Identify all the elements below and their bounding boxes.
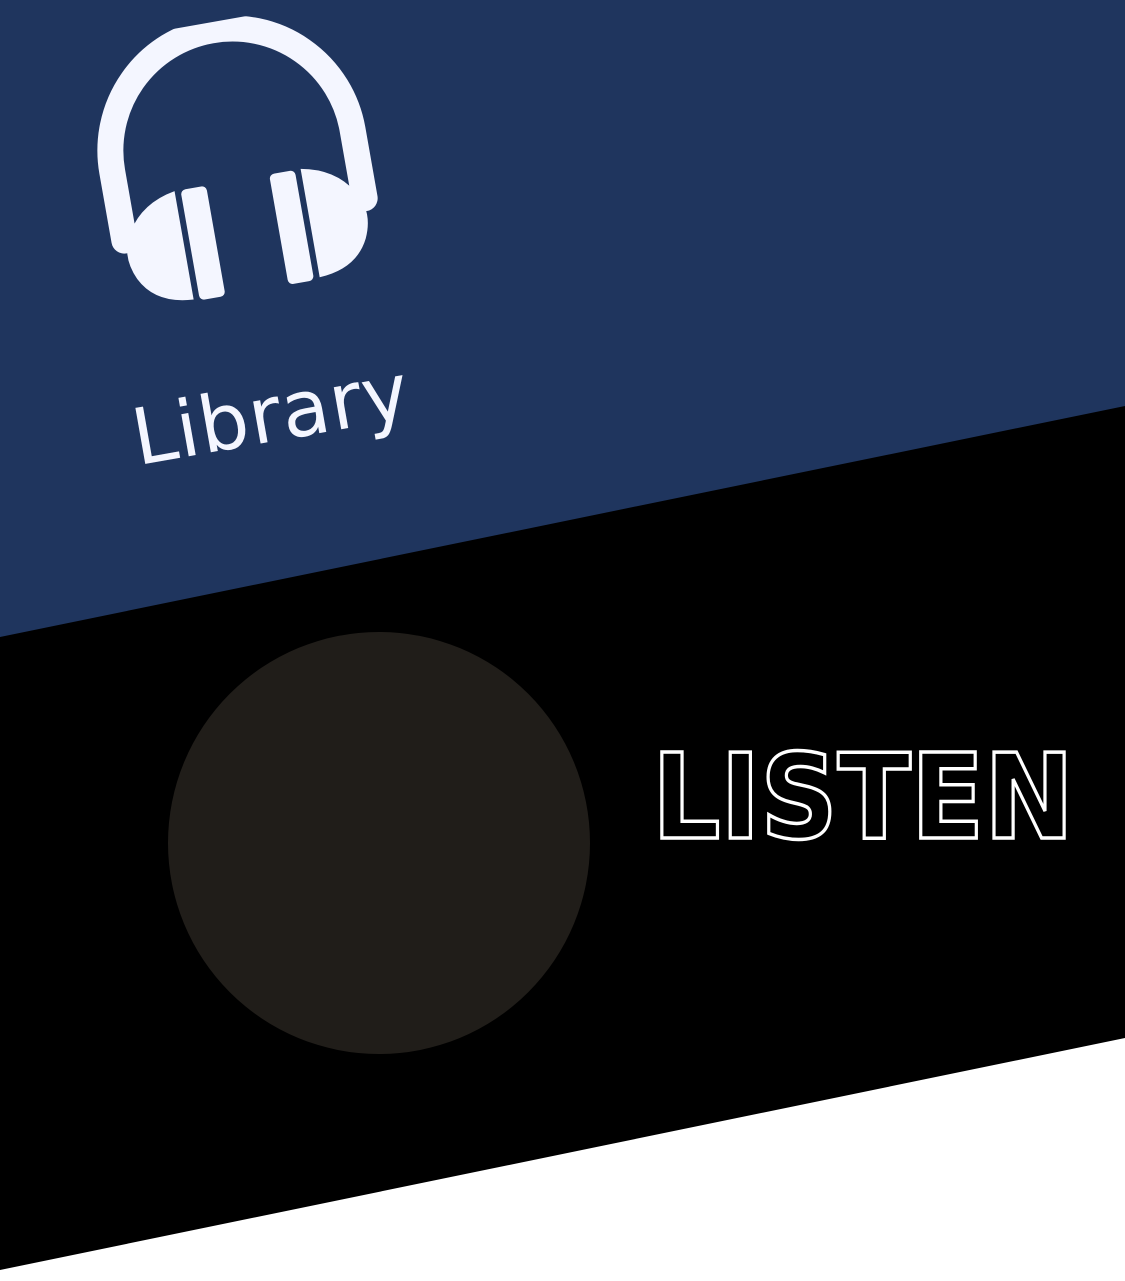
listen-label: LISTEN [652,740,1076,850]
listen-text: LISTEN [652,740,1074,850]
screen: Library LISTEN [0,0,1125,1281]
disc-circle [168,632,590,1054]
headphones-icon [97,15,378,301]
